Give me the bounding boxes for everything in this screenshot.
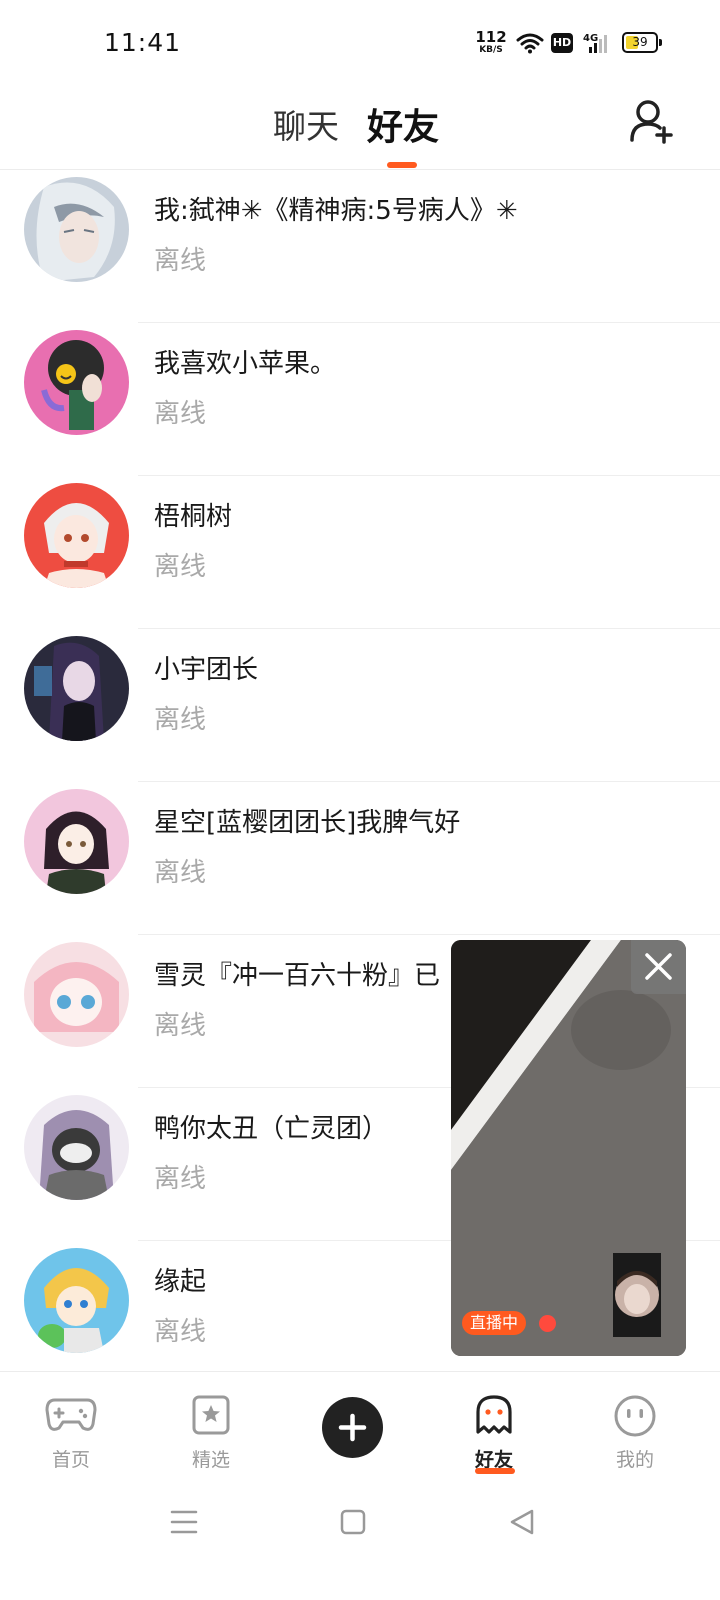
friend-row[interactable]: 星空[蓝樱团团长]我脾气好 离线: [0, 782, 720, 935]
gamepad-icon: [45, 1394, 97, 1438]
friend-name: 鸭你太丑（亡灵团）: [154, 1114, 389, 1144]
friend-status: 离线: [154, 552, 207, 582]
tab-chat[interactable]: 聊天: [273, 100, 339, 148]
create-button[interactable]: [322, 1397, 383, 1458]
nav-label: 首页: [51, 1449, 90, 1471]
friend-row[interactable]: 我喜欢小苹果。 离线: [0, 323, 720, 476]
system-nav-bar: [0, 1481, 720, 1600]
friend-name: 梧桐树: [154, 502, 233, 532]
tab-active-indicator: [387, 162, 417, 168]
ghost-icon: [473, 1394, 515, 1440]
back-button[interactable]: [508, 1507, 536, 1541]
nav-me[interactable]: 我的: [580, 1372, 690, 1482]
close-live-button[interactable]: [631, 940, 686, 994]
status-time: 11:41: [104, 28, 182, 57]
signal-icon: 4G: [583, 31, 615, 59]
avatar: [24, 942, 129, 1047]
nav-active-underline: [475, 1468, 515, 1474]
friend-status: 离线: [154, 246, 207, 276]
tab-friends[interactable]: 好友: [367, 98, 439, 150]
friend-row[interactable]: 小宇团长 离线: [0, 629, 720, 782]
live-badge: 直播中: [462, 1311, 527, 1335]
friend-name: 星空[蓝樱团团长]我脾气好: [154, 808, 461, 838]
wifi-icon: [516, 32, 544, 58]
nav-label: 精选: [191, 1449, 230, 1471]
friend-name: 我:弑神✳《精神病:5号病人》✳: [154, 196, 518, 226]
battery-level: 39: [632, 35, 648, 49]
avatar: [24, 177, 129, 282]
avatar: [24, 1248, 129, 1353]
network-speed-unit: KB/S: [479, 45, 503, 55]
friend-status: 离线: [154, 705, 207, 735]
network-speed: 112 KB/S: [474, 30, 508, 55]
friend-status: 离线: [154, 858, 207, 888]
back-triangle-icon: [510, 1509, 534, 1535]
square-icon: [340, 1509, 366, 1535]
friend-status: 离线: [154, 1317, 207, 1347]
network-type-label: 4G: [583, 33, 598, 44]
friend-row[interactable]: 梧桐树 离线: [0, 476, 720, 629]
star-bookmark-icon: [191, 1394, 231, 1440]
add-user-icon: [630, 100, 673, 144]
plus-icon: [338, 1413, 367, 1442]
friend-status: 离线: [154, 399, 207, 429]
nav-label: 我的: [615, 1449, 654, 1471]
avatar: [24, 483, 129, 588]
nav-home[interactable]: 首页: [16, 1372, 126, 1482]
nav-featured[interactable]: 精选: [156, 1372, 266, 1482]
friend-name: 雪灵『冲一百六十粉』已: [154, 961, 441, 991]
menu-button[interactable]: [170, 1507, 198, 1541]
hd-icon: HD: [551, 33, 573, 53]
close-icon: [645, 953, 672, 980]
face-icon: [613, 1394, 657, 1442]
status-bar: 11:41 112 KB/S HD 4G 39: [0, 0, 720, 86]
menu-icon: [170, 1510, 198, 1534]
add-friend-button[interactable]: [628, 96, 678, 146]
streamer-thumbnail: [613, 1253, 661, 1337]
avatar: [24, 636, 129, 741]
friend-status: 离线: [154, 1164, 207, 1194]
live-stream-window[interactable]: 直播中: [451, 940, 686, 1356]
friend-row[interactable]: 我:弑神✳《精神病:5号病人》✳ 离线: [0, 170, 720, 323]
avatar: [24, 1095, 129, 1200]
nav-friends[interactable]: 好友: [439, 1372, 549, 1482]
home-button[interactable]: [340, 1507, 366, 1541]
live-indicator-dot: [539, 1315, 556, 1332]
friend-name: 小宇团长: [154, 655, 259, 685]
friend-status: 离线: [154, 1011, 207, 1041]
friend-name: 缘起: [154, 1267, 207, 1297]
friend-name: 我喜欢小苹果。: [154, 349, 337, 379]
network-speed-value: 112: [475, 28, 507, 46]
battery-icon: 39: [622, 32, 662, 53]
avatar: [24, 330, 129, 435]
top-header: 聊天 好友: [0, 86, 720, 170]
bottom-nav: 首页 精选 好友 我的: [0, 1371, 720, 1481]
avatar: [24, 789, 129, 894]
